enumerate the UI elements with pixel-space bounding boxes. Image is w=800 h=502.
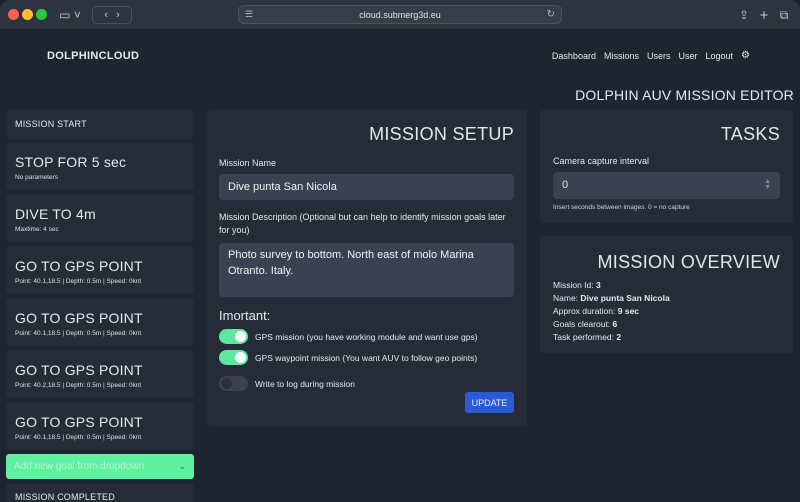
goal-details: Point: 40.2,18.5 | Depth: 0.5m | Speed: … — [15, 382, 142, 389]
goal-title: MISSION COMPLETED — [15, 492, 115, 502]
close-window-button[interactable] — [8, 9, 19, 20]
goal-item[interactable]: GO TO GPS POINT Point: 40.1,18.5 | Depth… — [6, 246, 194, 294]
reload-icon[interactable]: ↻ — [547, 9, 555, 20]
goal-item[interactable]: STOP FOR 5 sec No parameters — [6, 143, 194, 190]
nav-logout[interactable]: Logout — [706, 51, 734, 61]
gps-waypoint-toggle-row: GPS waypoint mission (You want AUV to fo… — [219, 350, 514, 365]
url-text: cloud.submerg3d.eu — [359, 9, 441, 20]
mission-setup-panel: MISSION SETUP Mission Name Dive punta Sa… — [206, 110, 527, 426]
gear-icon[interactable]: ⚙ — [741, 50, 750, 61]
tasks-title: TASKS — [720, 124, 780, 144]
minimize-window-button[interactable] — [22, 9, 33, 20]
mission-name-input[interactable]: Dive punta San Nicola — [219, 174, 514, 200]
gps-mission-toggle[interactable] — [219, 329, 248, 344]
goal-item[interactable]: DIVE TO 4m Maxtime: 4 sec — [6, 194, 194, 242]
nav-dashboard[interactable]: Dashboard — [552, 51, 596, 61]
camera-interval-label: Camera capture interval — [553, 156, 650, 166]
overview-row: Task performed: 2 — [553, 332, 622, 342]
gps-waypoint-label: GPS waypoint mission (You want AUV to fo… — [255, 352, 478, 363]
overview-row: Approx duration: 9 sec — [553, 306, 640, 316]
tab-overview-icon[interactable]: ⧉ — [776, 6, 792, 24]
camera-interval-value: 0 — [562, 179, 569, 191]
zoom-window-button[interactable] — [36, 9, 47, 20]
goal-item[interactable]: GO TO GPS POINT Point: 40.1,18.5 | Depth… — [6, 298, 194, 346]
address-bar[interactable]: ☰ cloud.submerg3d.eu ↻ — [238, 5, 562, 24]
back-icon[interactable]: ‹ — [104, 9, 108, 21]
overview-value: 2 — [616, 332, 622, 342]
forward-icon[interactable]: › — [116, 9, 120, 21]
gps-mission-label: GPS mission (you have working module and… — [255, 331, 478, 342]
overview-value: 9 sec — [617, 306, 640, 316]
important-label: Imortant: — [219, 308, 271, 323]
overview-value: Dive punta San Nicola — [580, 293, 670, 303]
overview-row: Mission Id: 3 — [553, 280, 601, 290]
mission-description-textarea[interactable]: Photo survey to bottom. North east of mo… — [219, 243, 514, 297]
brand-logo[interactable]: DOLPHINCLOUD — [47, 50, 139, 62]
overview-row: Name: Dive punta San Nicola — [553, 293, 670, 303]
goal-details: Point: 40.1,18.5 | Depth: 0.5m | Speed: … — [15, 278, 142, 285]
mission-overview-panel: MISSION OVERVIEW Mission Id: 3 Name: Div… — [540, 236, 793, 353]
goal-details: Point: 40.1,18.5 | Depth: 0.5m | Speed: … — [15, 330, 142, 337]
goal-list: MISSION START STOP FOR 5 sec No paramete… — [6, 109, 194, 502]
goal-title: GO TO GPS POINT — [15, 258, 143, 274]
gps-mission-toggle-row: GPS mission (you have working module and… — [219, 329, 514, 344]
nav-missions[interactable]: Missions — [604, 51, 639, 61]
stepper-icon[interactable]: ▲ ▼ — [764, 178, 771, 191]
overview-row: Goals clearout: 6 — [553, 319, 618, 329]
add-goal-placeholder: Add new goal from dropdown — [14, 461, 145, 472]
browser-toolbar: ▭ ˅ ‹ › ☰ cloud.submerg3d.eu ↻ ⇪ + ⧉ — [0, 0, 800, 30]
update-button[interactable]: UPDATE — [465, 392, 514, 413]
nav-users[interactable]: Users — [647, 51, 671, 61]
sidebar-toggle-icon[interactable]: ▭ ˅ — [56, 6, 84, 24]
goal-details: Point: 40.1,18.5 | Depth: 0.5m | Speed: … — [15, 434, 142, 441]
goal-title: MISSION START — [15, 119, 87, 129]
top-nav: Dashboard Missions Users User Logout ⚙ — [552, 50, 750, 61]
gps-waypoint-toggle[interactable] — [219, 350, 248, 365]
write-log-toggle[interactable] — [219, 376, 248, 391]
goal-title: GO TO GPS POINT — [15, 414, 143, 430]
page-title: DOLPHIN AUV MISSION EDITOR — [575, 87, 794, 103]
log-toggle-row: Write to log during mission — [219, 376, 514, 391]
write-log-label: Write to log during mission — [255, 378, 355, 389]
share-icon[interactable]: ⇪ — [736, 6, 752, 24]
site-settings-icon[interactable]: ☰ — [245, 9, 253, 20]
goal-title: GO TO GPS POINT — [15, 310, 143, 326]
goal-mission-completed[interactable]: MISSION COMPLETED — [6, 484, 194, 502]
tasks-panel: TASKS Camera capture interval 0 ▲ ▼ Inser… — [540, 110, 793, 223]
chevron-down-icon: ⌄ — [178, 461, 186, 471]
goal-title: STOP FOR 5 sec — [15, 154, 127, 170]
overview-value: 3 — [596, 280, 601, 290]
overview-list: Mission Id: 3 Name: Dive punta San Nicol… — [553, 280, 780, 342]
goal-title: GO TO GPS POINT — [15, 362, 143, 378]
goal-details: Maxtime: 4 sec — [15, 226, 59, 233]
camera-interval-hint: Insert seconds between images. 0 = no ca… — [553, 204, 690, 211]
add-goal-dropdown[interactable]: Add new goal from dropdown ⌄ — [6, 454, 194, 479]
nav-user[interactable]: User — [678, 51, 697, 61]
goal-details: No parameters — [15, 174, 58, 181]
goal-item[interactable]: GO TO GPS POINT Point: 40.2,18.5 | Depth… — [6, 350, 194, 398]
goal-title: DIVE TO 4m — [15, 206, 96, 222]
nav-arrows: ‹ › — [92, 6, 132, 24]
mission-description-label: Mission Description (Optional but can he… — [219, 212, 506, 235]
goal-mission-start[interactable]: MISSION START — [6, 109, 194, 139]
mission-name-label: Mission Name — [219, 158, 277, 168]
overview-value: 6 — [612, 319, 618, 329]
goal-item[interactable]: GO TO GPS POINT Point: 40.1,18.5 | Depth… — [6, 402, 194, 450]
camera-interval-input[interactable]: 0 ▲ ▼ — [553, 172, 780, 199]
mission-overview-title: MISSION OVERVIEW — [597, 252, 780, 272]
new-tab-icon[interactable]: + — [756, 6, 772, 24]
mission-setup-title: MISSION SETUP — [369, 124, 514, 144]
